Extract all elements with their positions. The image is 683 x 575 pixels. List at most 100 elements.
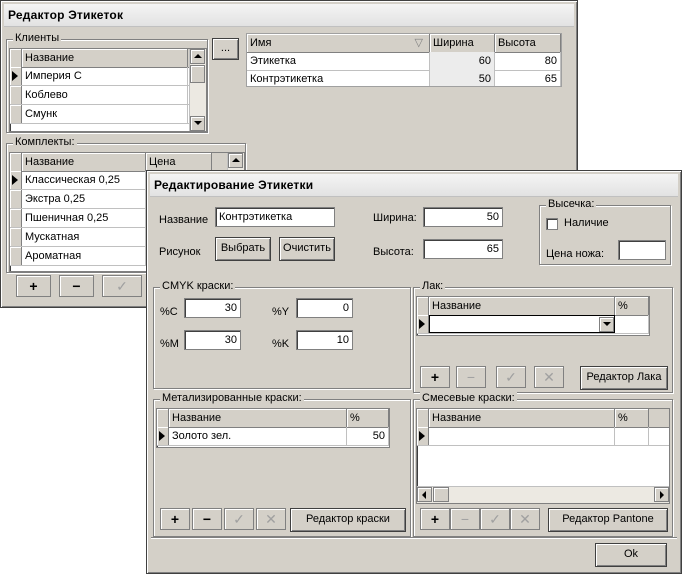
scroll-down-button[interactable] xyxy=(190,116,205,131)
add-set-button[interactable]: + xyxy=(16,275,51,297)
clients-scrollbar[interactable] xyxy=(189,49,206,131)
ellipsis-button[interactable]: ... xyxy=(212,38,239,60)
knife-price-label: Цена ножа: xyxy=(546,248,605,260)
add-varnish-button[interactable]: + xyxy=(420,366,450,388)
knife-price-field[interactable] xyxy=(618,240,666,260)
column-header-price[interactable]: Цена xyxy=(146,153,212,171)
pantone-editor-button[interactable]: Редактор Pantone xyxy=(548,508,668,532)
confirm-metallic-button[interactable]: ✓ xyxy=(224,508,254,530)
cancel-mixed-button[interactable]: ✕ xyxy=(510,508,540,530)
mixed-grid[interactable]: Название % xyxy=(416,408,670,504)
cancel-varnish-button[interactable]: ✕ xyxy=(534,366,564,388)
remove-varnish-button[interactable]: − xyxy=(456,366,486,388)
varnish-grid[interactable]: Название % xyxy=(416,296,650,336)
m-field[interactable]: 30 xyxy=(184,330,241,350)
remove-set-button[interactable]: − xyxy=(59,275,94,297)
column-header-name[interactable]: Название xyxy=(22,153,146,171)
mixed-group: Смесевые краски: Название % + − ✓ ✕ Реда… xyxy=(413,392,673,537)
c-field[interactable]: 30 xyxy=(184,298,241,318)
width-field[interactable]: 50 xyxy=(423,207,503,227)
name-label: Название xyxy=(159,214,209,226)
clients-group: Клиенты Название Империя С Коблево Смунк xyxy=(6,32,208,133)
table-row[interactable]: Смунк xyxy=(10,105,206,124)
scroll-right-button[interactable] xyxy=(654,487,669,502)
title-bar[interactable]: Редактирование Этикетки xyxy=(150,174,678,197)
metallic-group: Метализированные краски: Название % Золо… xyxy=(153,392,411,537)
arrow-up-icon xyxy=(232,158,240,162)
column-header-percent[interactable]: % xyxy=(615,409,649,427)
choose-picture-button[interactable]: Выбрать xyxy=(215,237,271,261)
labels-header-row: Имя ▽ Ширина Высота xyxy=(247,34,561,53)
cancel-metallic-button[interactable]: ✕ xyxy=(256,508,286,530)
window-title: Редактирование Этикетки xyxy=(154,178,314,192)
confirm-set-button[interactable]: ✓ xyxy=(102,275,142,297)
arrow-left-icon xyxy=(422,491,426,499)
column-header-name[interactable]: Название xyxy=(429,297,615,315)
y-label: %Y xyxy=(272,306,290,318)
table-row[interactable] xyxy=(417,315,649,334)
metallic-grid[interactable]: Название % Золото зел. 50 xyxy=(156,408,390,448)
column-header-height[interactable]: Высота xyxy=(495,34,561,52)
ok-button[interactable]: Ok xyxy=(595,543,667,567)
column-header-name[interactable]: Имя ▽ xyxy=(247,34,430,52)
edit-label-window: Редактирование Этикетки Название Контрэт… xyxy=(146,170,682,574)
varnish-group-label: Лак: xyxy=(420,280,446,292)
clients-grid[interactable]: Название Империя С Коблево Смунк xyxy=(9,48,207,132)
cmyk-group: CMYK краски: %C 30 %M 30 %Y 0 %K 10 xyxy=(153,280,411,389)
scroll-up-button[interactable] xyxy=(190,49,205,64)
name-field[interactable]: Контрэтикетка xyxy=(215,207,335,227)
mixed-horizontal-scrollbar[interactable] xyxy=(417,486,669,503)
scroll-up-button[interactable] xyxy=(228,153,243,168)
row-pointer-icon xyxy=(12,175,18,185)
clear-picture-button[interactable]: Очистить xyxy=(279,237,335,261)
bottom-divider xyxy=(151,537,677,539)
mixed-group-label: Смесевые краски: xyxy=(420,392,517,404)
title-bar[interactable]: Редактор Этикеток xyxy=(4,4,574,27)
table-row[interactable]: Контрэтикетка 50 65 xyxy=(247,70,561,86)
die-cut-group: Высечка: Наличие Цена ножа: xyxy=(539,198,671,265)
confirm-mixed-button[interactable]: ✓ xyxy=(480,508,510,530)
chevron-down-icon xyxy=(603,322,611,326)
y-field[interactable]: 0 xyxy=(296,298,353,318)
window-title: Редактор Этикеток xyxy=(8,8,124,22)
presence-checkbox[interactable] xyxy=(546,218,558,230)
remove-mixed-button[interactable]: − xyxy=(450,508,480,530)
add-mixed-button[interactable]: + xyxy=(420,508,450,530)
table-row[interactable]: Коблево xyxy=(10,86,206,105)
add-metallic-button[interactable]: + xyxy=(160,508,190,530)
dropdown-button[interactable] xyxy=(599,317,614,332)
confirm-varnish-button[interactable]: ✓ xyxy=(496,366,526,388)
clients-group-label: Клиенты xyxy=(13,32,62,44)
die-cut-group-label: Высечка: xyxy=(546,198,597,210)
mixed-header-row: Название % xyxy=(417,409,669,428)
labels-grid[interactable]: Имя ▽ Ширина Высота Этикетка 60 80 Контр… xyxy=(246,33,562,87)
column-header-name[interactable]: Название xyxy=(169,409,347,427)
column-header-name[interactable]: Название xyxy=(22,49,188,67)
arrow-down-icon xyxy=(194,121,202,125)
table-row[interactable]: Золото зел. 50 xyxy=(157,427,389,446)
scroll-left-button[interactable] xyxy=(417,487,432,502)
column-header-percent[interactable]: % xyxy=(347,409,389,427)
height-field[interactable]: 65 xyxy=(423,239,503,259)
clients-header-row: Название xyxy=(10,49,206,68)
column-header-name[interactable]: Название xyxy=(429,409,615,427)
sort-arrow-icon: ▽ xyxy=(414,37,423,49)
row-pointer-icon xyxy=(159,431,165,441)
cmyk-group-label: CMYK краски: xyxy=(160,280,236,292)
varnish-name-dropdown[interactable] xyxy=(429,315,615,333)
sets-group-label: Комплекты: xyxy=(13,136,77,148)
paint-editor-button[interactable]: Редактор краски xyxy=(290,508,406,532)
table-row[interactable]: Империя С xyxy=(10,67,206,86)
table-row[interactable] xyxy=(417,427,669,446)
m-label: %M xyxy=(160,338,179,350)
column-header-width[interactable]: Ширина xyxy=(430,34,495,52)
presence-label[interactable]: Наличие xyxy=(564,217,609,229)
column-header-percent[interactable]: % xyxy=(615,297,649,315)
varnish-editor-button[interactable]: Редактор Лака xyxy=(580,366,668,390)
scroll-thumb[interactable] xyxy=(190,65,205,83)
k-field[interactable]: 10 xyxy=(296,330,353,350)
remove-metallic-button[interactable]: − xyxy=(192,508,222,530)
k-label: %K xyxy=(272,338,290,350)
scroll-thumb[interactable] xyxy=(433,487,449,502)
table-row[interactable]: Этикетка 60 80 xyxy=(247,52,561,71)
